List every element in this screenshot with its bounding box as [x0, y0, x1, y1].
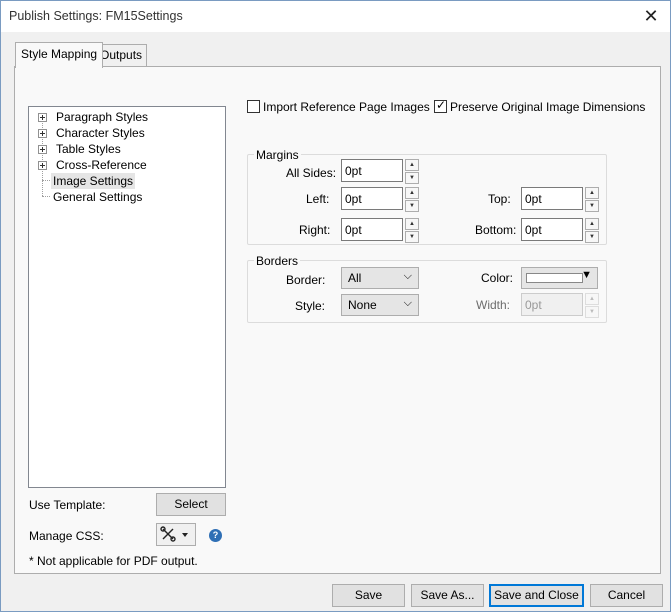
all-sides-spinner[interactable]: ▲ ▼ — [405, 159, 419, 184]
top-margin-spinner[interactable]: ▲ ▼ — [585, 187, 599, 212]
width-input[interactable] — [521, 293, 583, 316]
all-sides-label: All Sides: — [286, 166, 337, 180]
tree-item-character-styles[interactable]: Character Styles — [38, 125, 147, 141]
spin-down-icon[interactable]: ▼ — [585, 200, 599, 212]
bottom-margin-spinner[interactable]: ▲ ▼ — [585, 218, 599, 243]
preserve-dimensions-checkbox[interactable]: ✓ — [434, 98, 447, 113]
tree-item-label: Character Styles — [56, 126, 145, 140]
publish-settings-dialog: Publish Settings: FM15Settings ✕ Style M… — [0, 0, 671, 612]
checkmark-icon: ✓ — [436, 98, 447, 112]
manage-css-label: Manage CSS: — [29, 529, 104, 543]
right-margin-spinner[interactable]: ▲ ▼ — [405, 218, 419, 243]
tree-item-label: General Settings — [53, 190, 143, 204]
select-template-button[interactable]: Select — [156, 493, 226, 516]
spin-up-icon[interactable]: ▲ — [585, 218, 599, 230]
tab-style-mapping[interactable]: Style Mapping — [15, 42, 104, 68]
spin-down-icon[interactable]: ▼ — [585, 306, 599, 318]
top-margin-input[interactable] — [521, 187, 583, 210]
use-template-label: Use Template: — [29, 498, 106, 512]
import-reference-label: Import Reference Page Images — [263, 100, 430, 114]
color-picker[interactable]: ▼ — [521, 267, 598, 289]
help-icon[interactable]: ? — [209, 529, 222, 542]
expand-icon[interactable] — [38, 128, 47, 138]
left-margin-spinner[interactable]: ▲ ▼ — [405, 187, 419, 212]
tree-item-label: Paragraph Styles — [56, 110, 149, 124]
spin-up-icon[interactable]: ▲ — [405, 159, 419, 171]
width-spinner[interactable]: ▲ ▼ — [585, 293, 599, 318]
expand-icon[interactable] — [38, 112, 47, 122]
tree-item-label: Cross-Reference — [56, 158, 147, 172]
save-button[interactable]: Save — [332, 584, 405, 607]
save-and-close-button[interactable]: Save and Close — [489, 584, 584, 607]
right-margin-input[interactable] — [341, 218, 403, 241]
tree-item-label: Image Settings — [51, 173, 136, 189]
style-label: Style: — [295, 299, 326, 313]
right-margin-label: Right: — [299, 223, 331, 237]
left-margin-input[interactable] — [341, 187, 403, 210]
tree-item-label: Table Styles — [56, 142, 121, 156]
expand-icon[interactable] — [38, 160, 47, 170]
style-select-value: None — [348, 298, 377, 312]
style-select[interactable]: None ⌵ — [341, 294, 419, 316]
spin-up-icon[interactable]: ▲ — [585, 293, 599, 305]
spin-down-icon[interactable]: ▼ — [405, 172, 419, 184]
tree-item-paragraph-styles[interactable]: Paragraph Styles — [38, 109, 150, 125]
spin-down-icon[interactable]: ▼ — [585, 231, 599, 243]
border-select-value: All — [348, 271, 362, 285]
preserve-dimensions-label: Preserve Original Image Dimensions — [450, 100, 646, 114]
chevron-down-icon: ⌵ — [403, 270, 412, 282]
borders-group-title: Borders — [254, 254, 301, 268]
cancel-button[interactable]: Cancel — [590, 584, 663, 607]
spin-down-icon[interactable]: ▼ — [405, 200, 419, 212]
spin-up-icon[interactable]: ▲ — [405, 187, 419, 199]
spin-up-icon[interactable]: ▲ — [585, 187, 599, 199]
tree-item-cross-reference[interactable]: Cross-Reference — [38, 157, 149, 173]
pdf-note: * Not applicable for PDF output. — [29, 554, 198, 568]
chevron-down-icon: ⌵ — [403, 297, 412, 309]
spin-down-icon[interactable]: ▼ — [405, 231, 419, 243]
tools-icon — [160, 526, 188, 542]
tree-item-image-settings[interactable]: Image Settings — [51, 173, 136, 189]
close-icon[interactable]: ✕ — [640, 5, 662, 27]
border-select[interactable]: All ⌵ — [341, 267, 419, 289]
import-reference-checkbox[interactable] — [247, 100, 260, 113]
all-sides-input[interactable] — [341, 159, 403, 182]
window-title: Publish Settings: FM15Settings — [9, 9, 183, 23]
bottom-margin-label: Bottom: — [475, 223, 517, 237]
expand-icon[interactable] — [38, 144, 47, 154]
bottom-margin-input[interactable] — [521, 218, 583, 241]
margins-group-title: Margins — [254, 148, 301, 162]
color-label: Color: — [481, 271, 514, 285]
tree-guide-line — [42, 196, 50, 197]
tree-item-general-settings[interactable]: General Settings — [51, 189, 144, 205]
dropdown-arrow-icon: ▼ — [581, 269, 592, 281]
settings-tree: Paragraph Styles Character Styles Table … — [28, 106, 226, 488]
save-as-button[interactable]: Save As... — [411, 584, 484, 607]
color-swatch — [526, 273, 583, 283]
title-bar: Publish Settings: FM15Settings ✕ — [1, 1, 670, 32]
tree-item-table-styles[interactable]: Table Styles — [38, 141, 123, 157]
dropdown-arrow-icon — [182, 533, 188, 537]
tree-guide-line — [42, 180, 50, 181]
manage-css-button[interactable] — [156, 523, 196, 546]
left-margin-label: Left: — [306, 192, 330, 206]
top-margin-label: Top: — [488, 192, 511, 206]
spin-up-icon[interactable]: ▲ — [405, 218, 419, 230]
width-label: Width: — [476, 298, 511, 312]
border-label: Border: — [286, 273, 326, 287]
